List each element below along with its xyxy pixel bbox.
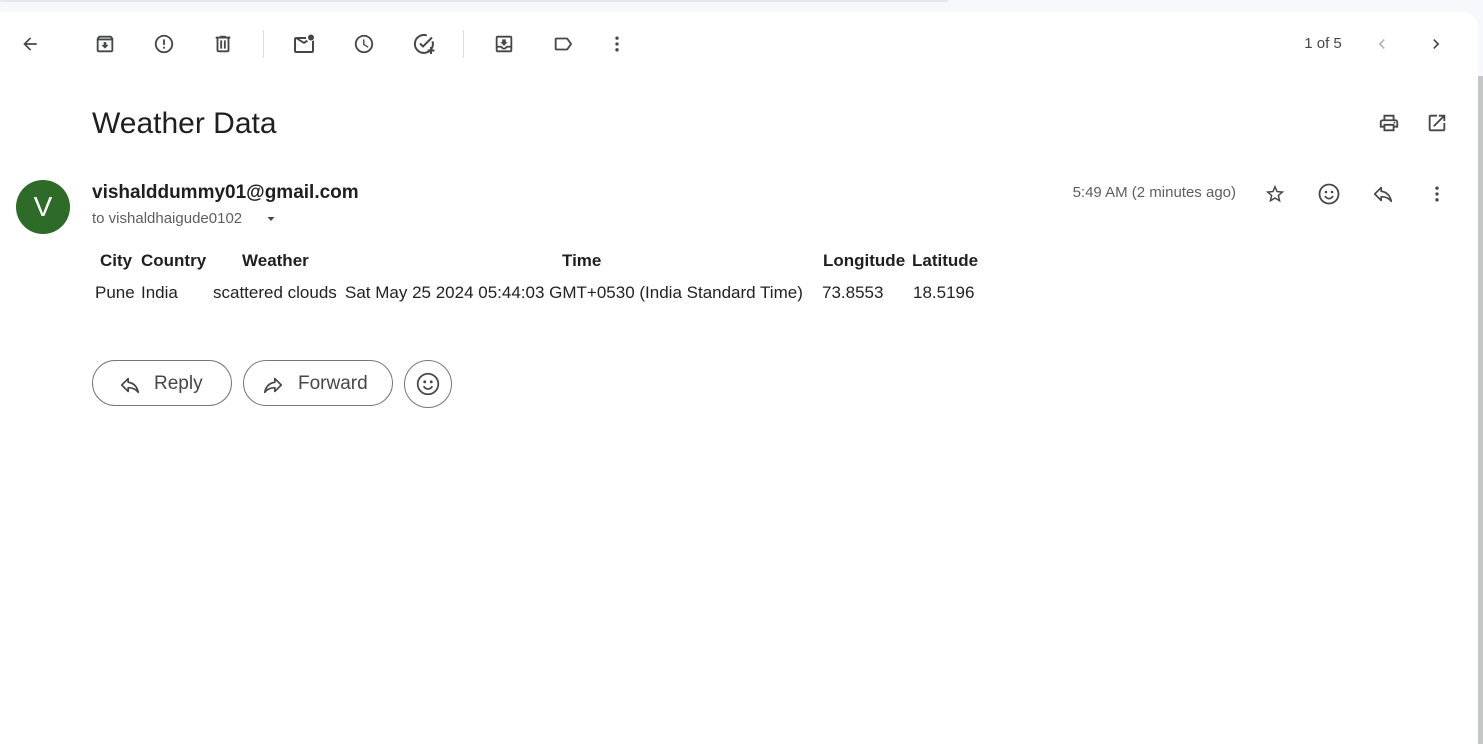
reply-label: Reply xyxy=(154,373,203,394)
top-strip xyxy=(0,0,1483,12)
open-new-window-button[interactable] xyxy=(1417,103,1457,143)
archive-button[interactable] xyxy=(85,24,125,64)
toolbar-divider xyxy=(263,30,264,58)
mark-unread-icon xyxy=(294,34,314,53)
message-time: 5:49 AM (2 minutes ago) xyxy=(1072,184,1236,201)
forward-icon xyxy=(263,377,283,394)
archive-icon xyxy=(96,35,114,53)
table-header-weather: Weather xyxy=(242,251,309,270)
print-icon xyxy=(1379,114,1399,132)
report-spam-icon xyxy=(154,34,174,54)
message-more-button[interactable] xyxy=(1417,174,1457,214)
forward-button[interactable]: Forward xyxy=(243,360,393,406)
recipient-line: to vishaldhaigude0102 xyxy=(92,210,243,227)
reply-icon xyxy=(1373,186,1393,203)
older-button[interactable] xyxy=(1416,24,1456,64)
table-cell-latitude: 18.5196 xyxy=(913,283,975,302)
table-header-longitude: Longitude xyxy=(823,251,906,270)
table-header-time: Time xyxy=(562,251,602,270)
reply-icon-button[interactable] xyxy=(1363,174,1403,214)
arrow-left-icon xyxy=(23,37,37,51)
more-vertical-icon xyxy=(1435,186,1439,202)
table-header-latitude: Latitude xyxy=(912,251,979,270)
forward-label: Forward xyxy=(298,373,368,394)
star-button[interactable] xyxy=(1255,174,1295,214)
chevron-left-icon xyxy=(1378,39,1385,49)
back-button[interactable] xyxy=(10,24,50,64)
add-task-icon xyxy=(413,33,435,54)
trash-icon xyxy=(215,35,231,53)
search-bar-edge xyxy=(0,0,948,2)
toolbar-divider xyxy=(463,30,464,58)
snooze-button[interactable] xyxy=(344,24,384,64)
show-details-button[interactable] xyxy=(262,210,280,228)
delete-button[interactable] xyxy=(203,24,243,64)
emoji-icon xyxy=(416,372,440,396)
chevron-right-icon xyxy=(1433,39,1440,49)
table-cell-weather: scattered clouds xyxy=(213,283,337,302)
label-button[interactable] xyxy=(543,24,583,64)
report-spam-button[interactable] xyxy=(144,24,184,64)
more-button[interactable] xyxy=(597,24,637,64)
more-vertical-icon xyxy=(615,36,619,52)
emoji-reaction-button[interactable] xyxy=(404,360,452,408)
table-cell-time: Sat May 25 2024 05:44:03 GMT+0530 (India… xyxy=(345,283,803,302)
reply-icon xyxy=(120,377,140,394)
message-subject: Weather Data xyxy=(92,107,277,140)
reply-button[interactable]: Reply xyxy=(92,360,232,406)
table-cell-country: India xyxy=(141,283,178,302)
open-in-new-icon xyxy=(1428,114,1446,132)
label-icon xyxy=(554,37,573,51)
clock-icon xyxy=(354,34,374,54)
table-header-country: Country xyxy=(141,251,207,270)
star-icon xyxy=(1265,184,1285,203)
sender-email[interactable]: vishalddummy01@gmail.com xyxy=(92,181,359,205)
print-button[interactable] xyxy=(1369,103,1409,143)
newer-button[interactable] xyxy=(1362,24,1402,64)
table-cell-longitude: 73.8553 xyxy=(822,283,884,302)
move-to-icon xyxy=(495,35,513,53)
avatar[interactable]: V xyxy=(16,180,70,234)
add-task-button[interactable] xyxy=(404,24,444,64)
table-header-city: City xyxy=(100,251,133,270)
mark-unread-button[interactable] xyxy=(284,24,324,64)
move-to-button[interactable] xyxy=(484,24,524,64)
table-cell-city: Pune xyxy=(95,283,135,302)
emoji-icon xyxy=(1318,183,1340,205)
add-reaction-button[interactable] xyxy=(1309,174,1349,214)
scrollbar[interactable] xyxy=(1478,76,1483,744)
message-counter: 1 of 5 xyxy=(1304,35,1342,52)
caret-down-icon xyxy=(267,217,275,221)
